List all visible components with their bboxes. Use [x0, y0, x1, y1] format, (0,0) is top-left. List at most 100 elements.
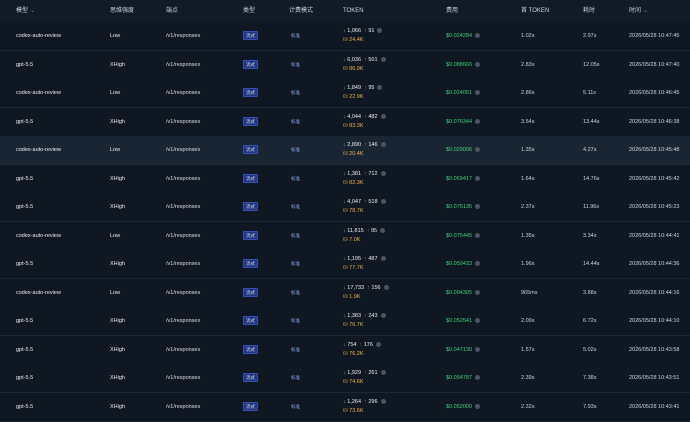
arrow-down-icon: ↓ — [343, 284, 346, 291]
info-dot-icon[interactable] — [380, 370, 386, 376]
arrow-up-icon: ↑ — [359, 341, 363, 348]
table-row[interactable]: codex-auto-review Low/v1/responses 流式 标准 ↓ 1… — [0, 22, 690, 51]
info-dot-icon[interactable] — [377, 28, 383, 34]
model-name: gpt-5.5 — [16, 61, 34, 68]
model-name: gpt-5.5 — [16, 403, 34, 410]
cache-tokens: 76.7K — [349, 322, 364, 328]
model-name: codex-auto-review — [16, 289, 61, 296]
type-badge: 流式 — [243, 173, 258, 183]
cost-info-icon[interactable] — [475, 204, 480, 210]
billing-badge: 标准 — [291, 61, 300, 67]
token-io: ↓ 1,849 ↑ 95 — [343, 85, 383, 92]
type-cell: 流式 — [243, 279, 258, 307]
cost-cell: $0.075445 — [446, 222, 480, 250]
cache-tokens: 7.0K — [349, 236, 361, 243]
cost-info-icon[interactable] — [475, 61, 480, 67]
timestamp: 2026/05/28 10:45:42 — [629, 175, 680, 182]
cost-value: $0.024284 — [446, 33, 472, 39]
type-badge: 流式 — [243, 31, 258, 41]
cost-info-icon[interactable] — [475, 118, 480, 124]
cost-info-icon[interactable] — [475, 289, 480, 295]
table-row[interactable]: gpt-5.5 XHigh/v1/responses 流式 标准 ↓ 4,044 ↑ 48… — [0, 107, 690, 137]
billing-cell: 标准 — [289, 336, 302, 364]
type-cell: 流式 — [243, 51, 258, 79]
effort-level: Low — [110, 147, 121, 153]
table-row[interactable]: gpt-5.5 XHigh/v1/responses 流式 标准 ↓ 754 ↑ 176 ⛁… — [0, 335, 690, 365]
info-dot-icon[interactable] — [380, 227, 386, 233]
table-row[interactable]: gpt-5.5 XHigh/v1/responses 流式 标准 ↓ 1,195 ↑ 48… — [0, 250, 690, 279]
cost-cell: $0.094305 — [446, 279, 480, 307]
model-name: codex-auto-review — [16, 232, 61, 239]
cost-value: $0.059433 — [446, 261, 472, 267]
info-dot-icon[interactable] — [380, 142, 386, 148]
cost-info-icon[interactable] — [475, 147, 480, 153]
info-dot-icon[interactable] — [380, 170, 386, 176]
timestamp: 2026/05/28 10:44:16 — [629, 289, 680, 296]
sort-caret-icon[interactable]: ⌄ — [30, 8, 35, 14]
info-dot-icon[interactable] — [377, 85, 383, 91]
type-cell: 流式 — [243, 136, 258, 164]
database-icon: ⛁ — [343, 322, 348, 328]
table-row[interactable]: gpt-5.5 XHigh/v1/responses 流式 标准 ↓ 1,929 ↑ 26… — [0, 364, 690, 393]
duration-value: 5.11s — [583, 90, 597, 96]
type-cell: 流式 — [243, 336, 258, 364]
type-cell: 流式 — [243, 364, 258, 392]
info-dot-icon[interactable] — [375, 341, 381, 347]
info-dot-icon[interactable] — [380, 113, 386, 119]
database-icon: ⛁ — [343, 37, 348, 43]
output-tokens: 501 — [368, 56, 378, 63]
type-badge: 流式 — [243, 116, 258, 126]
billing-badge: 标准 — [291, 33, 300, 39]
header-model[interactable]: 模型 ⌄ — [16, 0, 35, 22]
table-row[interactable]: gpt-5.5 XHigh/v1/responses 流式 标准 ↓ 6,036 ↑ 50… — [0, 50, 690, 80]
cost-value: $0.075445 — [446, 232, 472, 239]
billing-badge: 标准 — [291, 289, 300, 295]
info-dot-icon[interactable] — [380, 199, 386, 205]
effort-level: Low — [110, 33, 121, 39]
cache-tokens-line: ⛁ 86.9K — [343, 66, 364, 73]
cost-info-icon[interactable] — [475, 90, 480, 96]
table-row[interactable]: gpt-5.5 XHigh/v1/responses 流式 标准 ↓ 4,047 ↑ 51… — [0, 193, 690, 222]
info-dot-icon[interactable] — [383, 284, 389, 290]
cost-value: $0.076344 — [446, 118, 472, 125]
cost-info-icon[interactable] — [475, 261, 480, 267]
cost-info-icon[interactable] — [475, 403, 480, 409]
table-row[interactable]: gpt-5.5 XHigh/v1/responses 流式 标准 ↓ 1,264 ↑ 29… — [0, 392, 690, 422]
cost-info-icon[interactable] — [475, 375, 480, 381]
table-row[interactable]: codex-auto-review Low/v1/responses 流式 标准 ↓ 1… — [0, 79, 690, 108]
model-name: codex-auto-review — [16, 33, 61, 39]
effort-level: XHigh — [110, 61, 125, 68]
arrow-up-icon: ↑ — [364, 256, 367, 262]
billing-cell: 标准 — [289, 250, 302, 278]
info-dot-icon[interactable] — [380, 56, 386, 62]
timestamp: 2026/05/28 10:44:36 — [629, 261, 680, 267]
cost-info-icon[interactable] — [475, 318, 480, 324]
billing-cell: 标准 — [289, 307, 302, 335]
cache-tokens-line: ⛁ 73.6K — [343, 408, 364, 415]
cost-cell: $0.052541 — [446, 307, 480, 335]
token-io: ↓ 4,047 ↑ 518 — [343, 199, 386, 206]
effort-level: XHigh — [110, 318, 125, 324]
endpoint-path: /v1/responses — [166, 375, 201, 381]
info-dot-icon[interactable] — [380, 398, 386, 404]
table-row[interactable]: codex-auto-review Low/v1/responses 流式 标准 ↓ 1… — [0, 278, 690, 308]
cost-cell: $0.047130 — [446, 336, 480, 364]
sort-caret-icon[interactable]: ⌄ — [643, 8, 648, 14]
arrow-down-icon: ↓ — [343, 170, 346, 177]
info-dot-icon[interactable] — [380, 313, 386, 319]
table-row[interactable]: gpt-5.5 XHigh/v1/responses 流式 标准 ↓ 1,381 ↑ 71… — [0, 164, 690, 194]
table-row[interactable]: codex-auto-review Low/v1/responses 流式 标准 ↓ 1… — [0, 221, 690, 251]
table-row[interactable]: gpt-5.5 XHigh/v1/responses 流式 标准 ↓ 1,383 ↑ 24… — [0, 307, 690, 336]
effort-level: Low — [110, 289, 121, 296]
cost-info-icon[interactable] — [475, 33, 480, 39]
info-dot-icon[interactable] — [380, 256, 386, 262]
cost-info-icon[interactable] — [475, 346, 480, 352]
first-token-latency: 2.09s — [521, 318, 535, 324]
cost-info-icon[interactable] — [475, 175, 480, 181]
type-cell: 流式 — [243, 108, 258, 136]
output-tokens: 243 — [368, 313, 378, 319]
header-time[interactable]: 时间 ⌄ — [629, 0, 648, 22]
cost-info-icon[interactable] — [475, 232, 480, 238]
table-row[interactable]: codex-auto-review Low/v1/responses 流式 标准 ↓ 2… — [0, 136, 690, 165]
effort-level: XHigh — [110, 346, 125, 353]
